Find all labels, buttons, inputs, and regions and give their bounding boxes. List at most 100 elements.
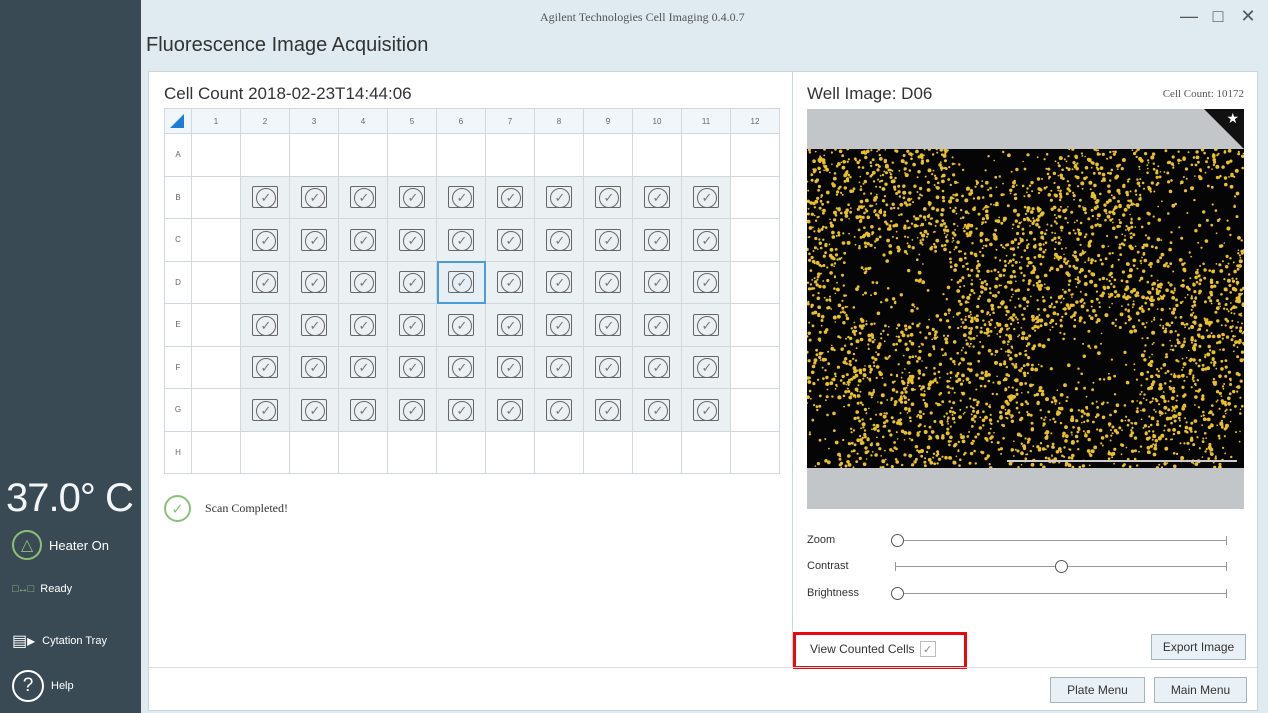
well-A10[interactable] [632,133,682,177]
well-E12[interactable] [730,303,780,347]
well-E5[interactable] [387,303,437,347]
well-A2[interactable] [240,133,290,177]
well-E4[interactable] [338,303,388,347]
well-F10[interactable] [632,345,682,389]
well-B12[interactable] [730,175,780,219]
well-C10[interactable] [632,218,682,262]
row-header-F[interactable]: F [164,345,192,389]
well-G10[interactable] [632,388,682,432]
well-C1[interactable] [191,218,241,262]
well-G5[interactable] [387,388,437,432]
well-D9[interactable] [583,260,633,304]
well-G8[interactable] [534,388,584,432]
column-header-10[interactable]: 10 [632,108,682,134]
well-G1[interactable] [191,388,241,432]
well-A12[interactable] [730,133,780,177]
well-G12[interactable] [730,388,780,432]
star-icon[interactable]: ★ [1226,110,1239,127]
well-H5[interactable] [387,430,437,474]
well-F7[interactable] [485,345,535,389]
well-B6[interactable] [436,175,486,219]
well-A8[interactable] [534,133,584,177]
column-header-11[interactable]: 11 [681,108,731,134]
well-E1[interactable] [191,303,241,347]
well-H10[interactable] [632,430,682,474]
zoom-slider[interactable] [891,534,1231,547]
well-H3[interactable] [289,430,339,474]
well-H1[interactable] [191,430,241,474]
well-B8[interactable] [534,175,584,219]
row-header-E[interactable]: E [164,303,192,347]
row-header-G[interactable]: G [164,388,192,432]
well-A6[interactable] [436,133,486,177]
well-F9[interactable] [583,345,633,389]
column-header-7[interactable]: 7 [485,108,535,134]
row-header-B[interactable]: B [164,175,192,219]
minimize-icon[interactable]: — [1180,6,1198,27]
row-header-A[interactable]: A [164,133,192,177]
view-counted-cells-toggle[interactable]: View Counted Cells ✓ [793,632,967,669]
well-C9[interactable] [583,218,633,262]
well-D10[interactable] [632,260,682,304]
well-image-viewer[interactable]: ★ [807,109,1244,509]
well-H4[interactable] [338,430,388,474]
well-D7[interactable] [485,260,535,304]
well-F11[interactable] [681,345,731,389]
help-button[interactable]: ? Help [12,670,74,702]
brightness-slider-thumb[interactable] [891,587,904,600]
well-A1[interactable] [191,133,241,177]
well-H2[interactable] [240,430,290,474]
well-A9[interactable] [583,133,633,177]
well-D1[interactable] [191,260,241,304]
well-D4[interactable] [338,260,388,304]
column-header-1[interactable]: 1 [191,108,241,134]
well-C8[interactable] [534,218,584,262]
well-H6[interactable] [436,430,486,474]
column-header-9[interactable]: 9 [583,108,633,134]
well-A4[interactable] [338,133,388,177]
well-D5[interactable] [387,260,437,304]
well-G7[interactable] [485,388,535,432]
column-header-5[interactable]: 5 [387,108,437,134]
well-A5[interactable] [387,133,437,177]
well-H11[interactable] [681,430,731,474]
well-B5[interactable] [387,175,437,219]
well-F8[interactable] [534,345,584,389]
main-menu-button[interactable]: Main Menu [1154,677,1247,703]
well-G3[interactable] [289,388,339,432]
well-D3[interactable] [289,260,339,304]
column-header-6[interactable]: 6 [436,108,486,134]
well-C6[interactable] [436,218,486,262]
well-C4[interactable] [338,218,388,262]
well-D2[interactable] [240,260,290,304]
plate-menu-button[interactable]: Plate Menu [1050,677,1145,703]
view-counted-cells-checkbox[interactable]: ✓ [919,641,936,657]
well-C7[interactable] [485,218,535,262]
well-F6[interactable] [436,345,486,389]
column-header-4[interactable]: 4 [338,108,388,134]
row-header-C[interactable]: C [164,218,192,262]
well-H7[interactable] [485,430,535,474]
well-G4[interactable] [338,388,388,432]
well-D12[interactable] [730,260,780,304]
well-E7[interactable] [485,303,535,347]
well-C12[interactable] [730,218,780,262]
column-header-2[interactable]: 2 [240,108,290,134]
contrast-slider-thumb[interactable] [1054,560,1068,573]
well-A7[interactable] [485,133,535,177]
well-F2[interactable] [240,345,290,389]
cytation-tray-button[interactable]: ▤▸ Cytation Tray [12,631,107,651]
well-C5[interactable] [387,218,437,262]
well-E6[interactable] [436,303,486,347]
well-B9[interactable] [583,175,633,219]
well-C2[interactable] [240,218,290,262]
close-icon[interactable]: ✕ [1240,6,1256,27]
well-E10[interactable] [632,303,682,347]
well-A3[interactable] [289,133,339,177]
well-E2[interactable] [240,303,290,347]
well-B2[interactable] [240,175,290,219]
well-G6[interactable] [436,388,486,432]
well-B10[interactable] [632,175,682,219]
well-E8[interactable] [534,303,584,347]
well-B11[interactable] [681,175,731,219]
